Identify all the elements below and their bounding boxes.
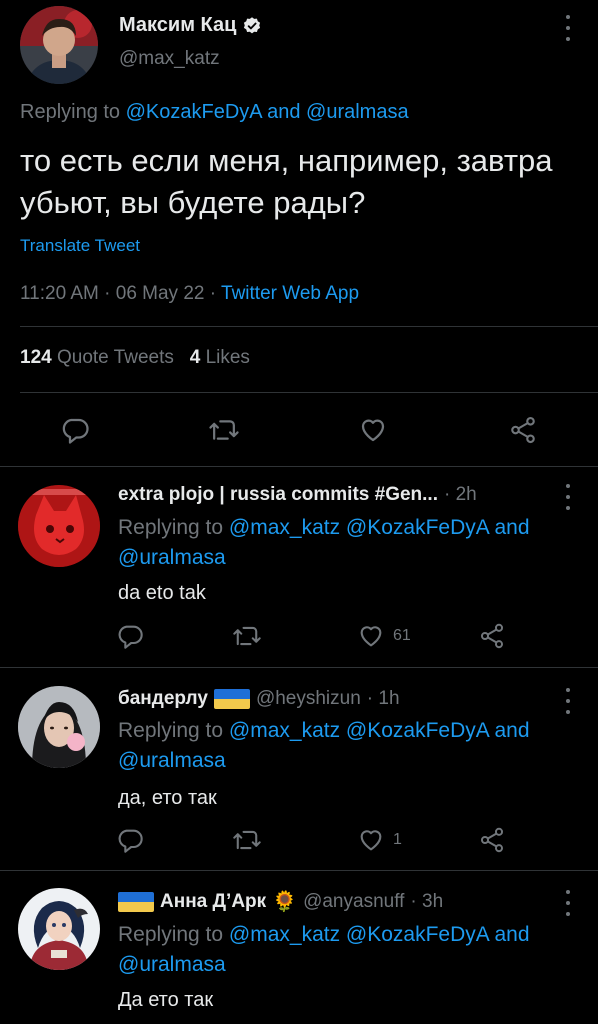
divider	[0, 466, 598, 467]
replying-and: and	[261, 101, 307, 123]
divider	[20, 392, 598, 393]
divider	[0, 870, 598, 871]
share-button[interactable]	[478, 622, 506, 650]
reply-text: da eto tak	[118, 582, 206, 604]
author-name-row[interactable]: Максим Кац	[119, 14, 262, 37]
mention-link[interactable]: @uralmasa	[118, 546, 226, 569]
quote-tweets-stat[interactable]: 124 Quote Tweets	[20, 347, 190, 368]
heart-icon	[361, 419, 385, 442]
tweet-stats: 124 Quote Tweets 4 Likes	[20, 347, 250, 369]
ukraine-flag-icon	[213, 689, 250, 709]
mention-link[interactable]: @uralmasa	[306, 101, 409, 123]
quote-count: 124	[20, 347, 52, 368]
tweet-thread: Максим Кац @max_katz Replying to @KozakF…	[0, 0, 598, 1024]
reply-icon	[118, 625, 143, 649]
likes-count: 4	[189, 347, 201, 368]
retweet-button[interactable]	[208, 415, 240, 445]
mention-link[interactable]: @KozakFeDyA	[126, 101, 262, 123]
like-button[interactable]	[358, 415, 388, 445]
share-button[interactable]	[478, 826, 506, 854]
author-handle[interactable]: @max_katz	[119, 48, 220, 70]
tweet-text: то есть если меня, например, завтра убью…	[20, 143, 553, 220]
more-options-icon[interactable]	[563, 484, 573, 510]
reply-handle[interactable]: @heyshizun	[256, 688, 361, 710]
replying-and: and	[488, 516, 530, 539]
retweet-icon	[233, 626, 261, 646]
heart-icon	[360, 626, 382, 647]
mention-links[interactable]: @max_katz @KozakFeDyA	[229, 719, 489, 742]
quote-label: Quote Tweets	[51, 347, 190, 368]
replying-prefix: Replying to	[118, 516, 229, 539]
reply-avatar[interactable]	[18, 686, 100, 768]
reply-time[interactable]: · 3h	[410, 891, 443, 913]
retweet-icon	[233, 830, 261, 850]
like-button[interactable]: 61	[357, 622, 411, 650]
reply-author-name[interactable]: Анна Д’Арк	[160, 891, 266, 913]
replying-prefix: Replying to	[20, 101, 126, 123]
tweet-meta: 11:20 AM · 06 May 22 · Twitter Web App	[20, 283, 359, 305]
replying-to: Replying to @max_katz @KozakFeDyA and @u…	[118, 920, 578, 980]
replying-and: and	[488, 923, 530, 946]
like-button[interactable]: 1	[357, 826, 402, 854]
divider	[0, 667, 598, 668]
likes-label: Likes	[200, 347, 250, 368]
mention-links[interactable]: @max_katz @KozakFeDyA	[229, 923, 489, 946]
share-icon	[480, 623, 504, 649]
heart-icon	[360, 830, 382, 851]
reply-time[interactable]: · 1h	[367, 688, 400, 710]
reply-avatar[interactable]	[18, 485, 100, 567]
reply-handle[interactable]: @anyasnuff	[303, 891, 404, 913]
ukraine-flag-icon	[118, 892, 154, 912]
more-options-icon[interactable]	[563, 15, 573, 41]
retweet-button[interactable]	[232, 622, 262, 650]
verified-badge-icon	[244, 16, 261, 33]
divider	[20, 326, 598, 327]
like-count: 61	[393, 627, 411, 644]
mention-link[interactable]: @uralmasa	[118, 953, 226, 976]
reply-avatar[interactable]	[18, 888, 100, 970]
reply-header: Анна Д’Арк 🌻 @anyasnuff · 3h	[118, 891, 443, 913]
replying-prefix: Replying to	[118, 923, 229, 946]
more-options-icon[interactable]	[563, 688, 573, 714]
author-avatar[interactable]	[20, 6, 98, 84]
reply-time[interactable]: · 2h	[444, 484, 477, 506]
translate-tweet-link[interactable]: Translate Tweet	[20, 236, 140, 256]
share-icon	[511, 416, 535, 444]
sunflower-icon: 🌻	[272, 891, 298, 913]
author-name[interactable]: Максим Кац	[119, 14, 236, 37]
likes-stat[interactable]: 4 Likes	[190, 347, 250, 368]
reply-button[interactable]	[116, 826, 144, 854]
share-button[interactable]	[508, 415, 538, 445]
replying-and: and	[488, 719, 530, 742]
replying-prefix: Replying to	[118, 719, 229, 742]
replying-to: Replying to @max_katz @KozakFeDyA and @u…	[118, 716, 578, 776]
more-options-icon[interactable]	[563, 890, 573, 916]
reply-author-name[interactable]: бандерлу	[118, 688, 208, 710]
reply-author-name[interactable]: extra plojo | russia commits #Gen...	[118, 484, 438, 506]
replying-to: Replying to @KozakFeDyA and @uralmasa	[20, 101, 409, 124]
retweet-icon	[209, 420, 239, 440]
reply-text: Да ето так	[118, 989, 214, 1011]
replying-to: Replying to @max_katz @KozakFeDyA and @u…	[118, 513, 578, 573]
tweet-timestamp[interactable]: 11:20 AM · 06 May 22 ·	[20, 283, 221, 304]
mention-links[interactable]: @max_katz @KozakFeDyA	[229, 516, 489, 539]
reply-icon	[118, 829, 143, 853]
retweet-button[interactable]	[232, 826, 262, 854]
like-count: 1	[393, 831, 402, 848]
reply-button[interactable]	[60, 415, 90, 445]
mention-link[interactable]: @uralmasa	[118, 749, 226, 772]
tweet-source[interactable]: Twitter Web App	[221, 283, 359, 304]
reply-icon	[62, 418, 89, 444]
reply-button[interactable]	[116, 622, 144, 650]
reply-header: extra plojo | russia commits #Gen... · 2…	[118, 484, 477, 506]
reply-header: бандерлу @heyshizun · 1h	[118, 688, 400, 710]
share-icon	[480, 827, 504, 853]
reply-text: да, ето так	[118, 787, 217, 809]
